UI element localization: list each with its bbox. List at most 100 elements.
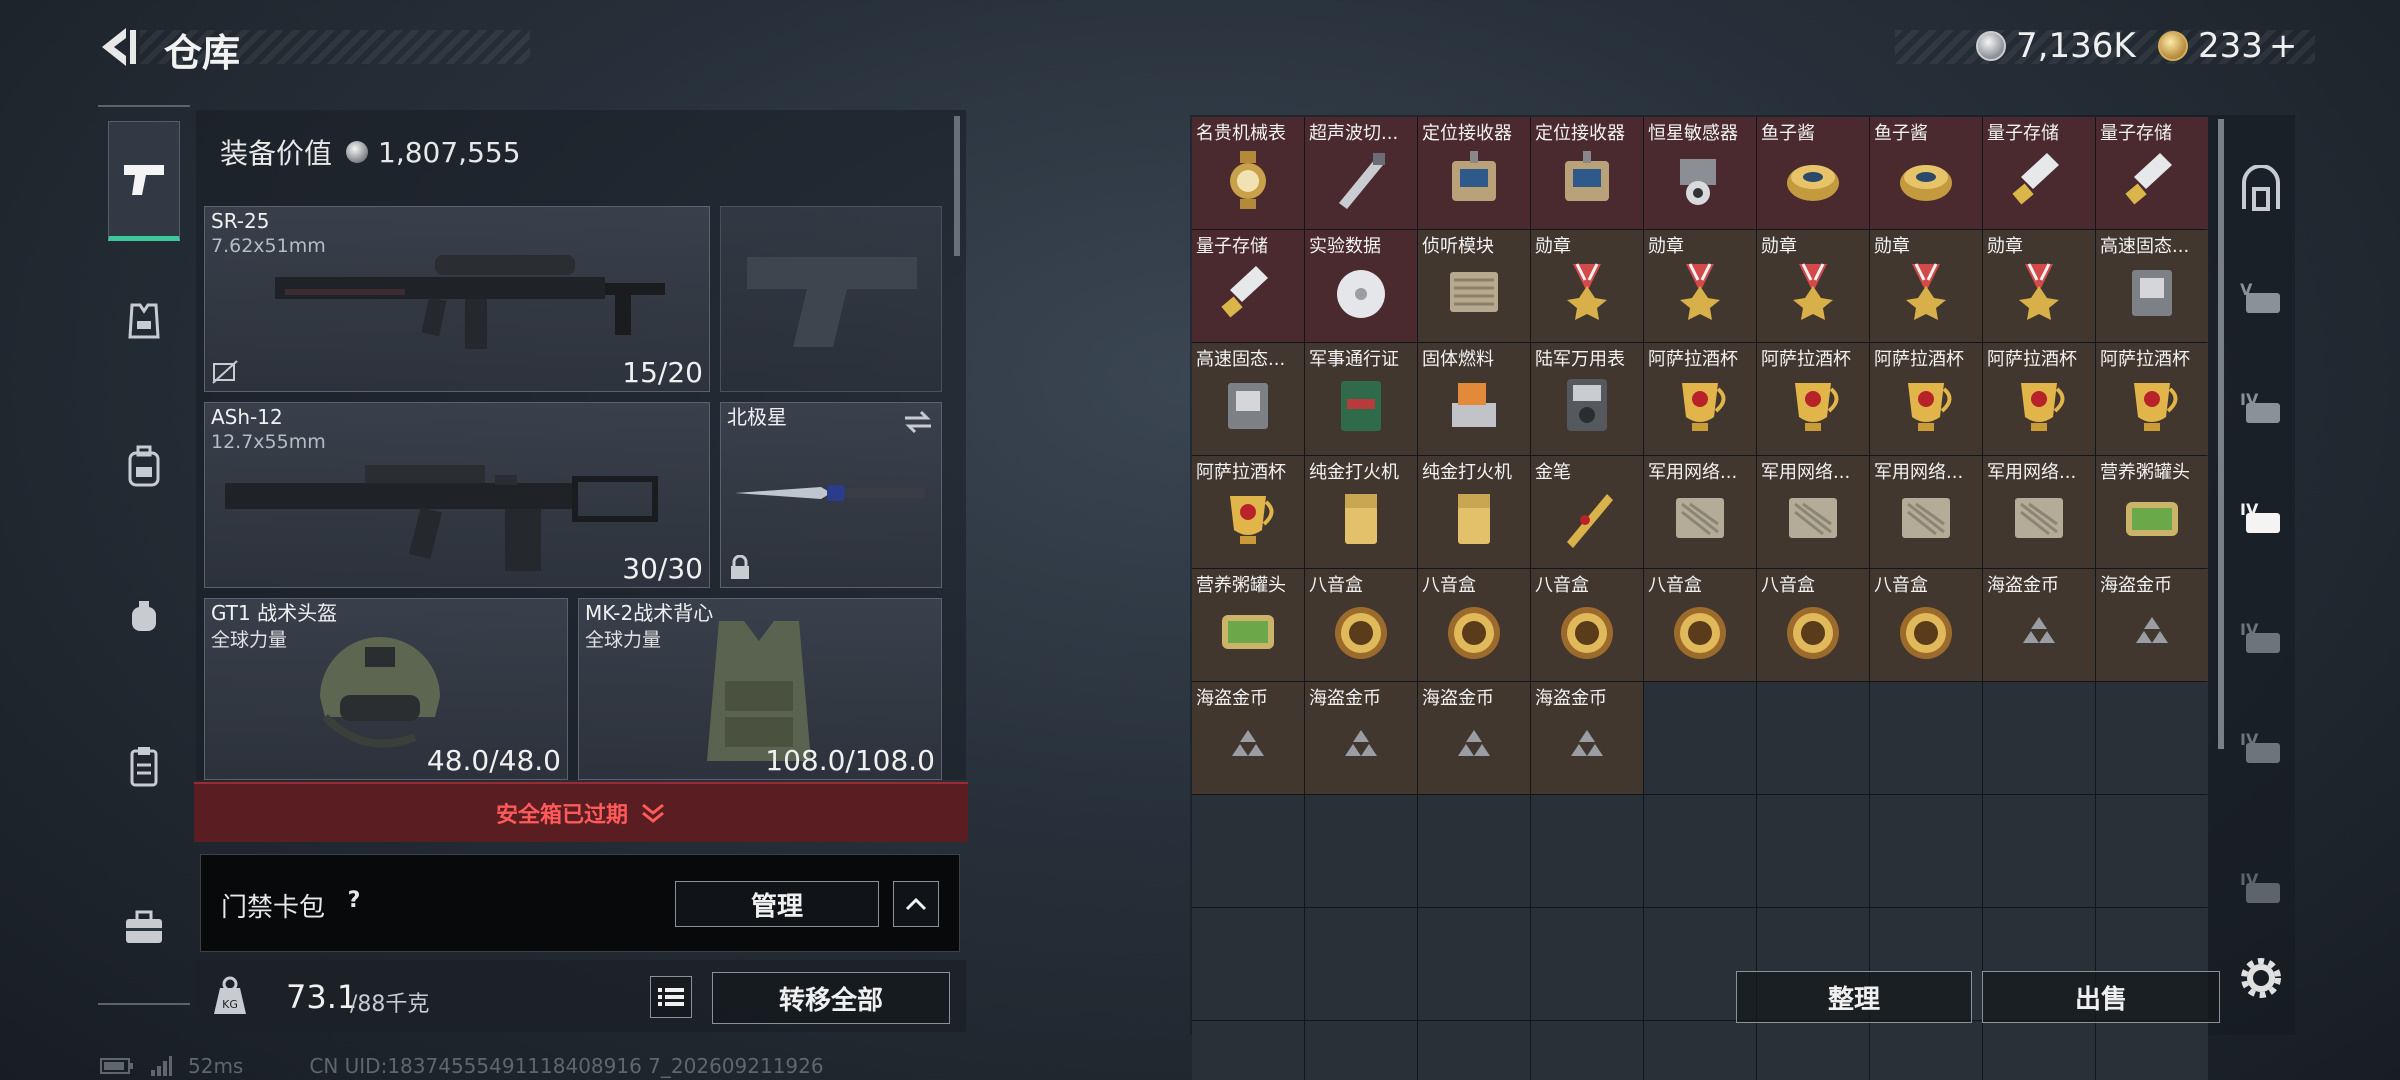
- helmet-slot[interactable]: GT1 战术头盔 全球力量 48.0/48.0: [204, 598, 568, 780]
- help-icon[interactable]: ?: [339, 885, 369, 915]
- storage-tab-iv-active-icon[interactable]: IV: [2238, 495, 2284, 541]
- storage-item[interactable]: 阿萨拉酒杯: [1192, 456, 1304, 568]
- storage-item[interactable]: 营养粥罐头: [1192, 569, 1304, 681]
- empty-slot[interactable]: [1644, 1021, 1756, 1080]
- transfer-all-button[interactable]: 转移全部: [712, 972, 950, 1024]
- secondary-weapon-slot[interactable]: ASh-12 12.7x55mm 30/30: [204, 402, 710, 588]
- nav-pouch[interactable]: [108, 557, 180, 677]
- empty-slot[interactable]: [1757, 1021, 1869, 1080]
- list-button[interactable]: [650, 976, 692, 1018]
- storage-item[interactable]: 八音盒: [1305, 569, 1417, 681]
- primary-weapon-slot[interactable]: SR-25 7.62x51mm 15/20: [204, 206, 710, 392]
- storage-item[interactable]: 阿萨拉酒杯: [1983, 343, 2095, 455]
- storage-item[interactable]: 海盗金币: [1192, 682, 1304, 794]
- storage-item[interactable]: 高速固态...: [2096, 230, 2208, 342]
- empty-slot[interactable]: [2096, 682, 2208, 794]
- storage-item[interactable]: 勋章: [1757, 230, 1869, 342]
- storage-item[interactable]: 陆军万用表: [1531, 343, 1643, 455]
- storage-tab-iv-icon[interactable]: IV: [2238, 725, 2284, 771]
- storage-item[interactable]: 八音盒: [1418, 569, 1530, 681]
- storage-item[interactable]: 勋章: [1870, 230, 1982, 342]
- storage-scrollbar[interactable]: [2218, 119, 2224, 749]
- storage-item[interactable]: 量子存储: [1983, 117, 2095, 229]
- storage-item[interactable]: 量子存储: [2096, 117, 2208, 229]
- storage-item[interactable]: 超声波切...: [1305, 117, 1417, 229]
- empty-slot[interactable]: [1305, 795, 1417, 907]
- empty-slot[interactable]: [1531, 908, 1643, 1020]
- storage-item[interactable]: 定位接收器: [1531, 117, 1643, 229]
- storage-item[interactable]: 海盗金币: [1305, 682, 1417, 794]
- empty-slot[interactable]: [1192, 795, 1304, 907]
- sort-button[interactable]: 整理: [1736, 971, 1972, 1023]
- storage-item[interactable]: 量子存储: [1192, 230, 1304, 342]
- empty-slot[interactable]: [1870, 682, 1982, 794]
- empty-slot[interactable]: [1644, 795, 1756, 907]
- storage-item[interactable]: 海盗金币: [1418, 682, 1530, 794]
- storage-item[interactable]: 阿萨拉酒杯: [1644, 343, 1756, 455]
- empty-slot[interactable]: [1305, 1021, 1417, 1080]
- empty-slot[interactable]: [1870, 795, 1982, 907]
- storage-item[interactable]: 军事通行证: [1305, 343, 1417, 455]
- storage-item[interactable]: 勋章: [1644, 230, 1756, 342]
- storage-item[interactable]: 营养粥罐头: [2096, 456, 2208, 568]
- manage-button[interactable]: 管理: [675, 881, 879, 927]
- storage-item[interactable]: 八音盒: [1870, 569, 1982, 681]
- empty-slot[interactable]: [1757, 682, 1869, 794]
- empty-slot[interactable]: [1418, 908, 1530, 1020]
- storage-item[interactable]: 名贵机械表: [1192, 117, 1304, 229]
- empty-slot[interactable]: [2096, 795, 2208, 907]
- storage-tab-iv-icon[interactable]: IV: [2238, 865, 2284, 911]
- nav-clipboard[interactable]: [108, 707, 180, 827]
- empty-slot[interactable]: [1418, 1021, 1530, 1080]
- storage-item[interactable]: 军用网络...: [1870, 456, 1982, 568]
- storage-item[interactable]: 纯金打火机: [1418, 456, 1530, 568]
- empty-slot[interactable]: [1531, 795, 1643, 907]
- storage-item[interactable]: 军用网络...: [1983, 456, 2095, 568]
- storage-item[interactable]: 金笔: [1531, 456, 1643, 568]
- storage-item[interactable]: 鱼子酱: [1870, 117, 1982, 229]
- storage-item[interactable]: 八音盒: [1644, 569, 1756, 681]
- storage-item[interactable]: 勋章: [1531, 230, 1643, 342]
- vest-slot[interactable]: MK-2战术背心 全球力量 108.0/108.0: [578, 598, 942, 780]
- storage-item[interactable]: 固体燃料: [1418, 343, 1530, 455]
- empty-slot[interactable]: [1644, 682, 1756, 794]
- storage-tab-iv-icon[interactable]: IV: [2238, 615, 2284, 661]
- empty-slot[interactable]: [1305, 908, 1417, 1020]
- storage-item[interactable]: 定位接收器: [1418, 117, 1530, 229]
- nav-toolbox[interactable]: [108, 867, 180, 987]
- empty-slot[interactable]: [1870, 1021, 1982, 1080]
- swap-icon[interactable]: [903, 409, 933, 435]
- nav-backpack[interactable]: [108, 407, 180, 527]
- storage-item[interactable]: 侦听模块: [1418, 230, 1530, 342]
- empty-slot[interactable]: [1983, 1021, 2095, 1080]
- storage-item[interactable]: 鱼子酱: [1757, 117, 1869, 229]
- empty-slot[interactable]: [1983, 795, 2095, 907]
- melee-slot[interactable]: 北极星: [720, 402, 942, 588]
- collapse-button[interactable]: [893, 881, 939, 927]
- storage-item[interactable]: 勋章: [1983, 230, 2095, 342]
- storage-item[interactable]: 八音盒: [1531, 569, 1643, 681]
- nav-armor[interactable]: [108, 261, 180, 381]
- storage-item[interactable]: 纯金打火机: [1305, 456, 1417, 568]
- storage-item[interactable]: 八音盒: [1757, 569, 1869, 681]
- pistol-slot[interactable]: [720, 206, 942, 392]
- storage-item[interactable]: 实验数据: [1305, 230, 1417, 342]
- back-button[interactable]: [96, 24, 142, 70]
- storage-tab-v-icon[interactable]: V: [2238, 275, 2284, 321]
- nav-weapons[interactable]: [108, 121, 180, 241]
- storage-item[interactable]: 海盗金币: [1983, 569, 2095, 681]
- empty-slot[interactable]: [1983, 682, 2095, 794]
- add-currency-button[interactable]: +: [2269, 26, 2298, 66]
- empty-slot[interactable]: [1192, 1021, 1304, 1080]
- storage-item[interactable]: 恒星敏感器: [1644, 117, 1756, 229]
- empty-slot[interactable]: [1192, 908, 1304, 1020]
- empty-slot[interactable]: [1418, 795, 1530, 907]
- currency-premium[interactable]: 233 +: [2158, 26, 2297, 66]
- home-icon[interactable]: [2238, 165, 2284, 211]
- loadout-scrollbar[interactable]: [954, 116, 960, 256]
- storage-item[interactable]: 高速固态...: [1192, 343, 1304, 455]
- empty-slot[interactable]: [1757, 795, 1869, 907]
- storage-item[interactable]: 海盗金币: [2096, 569, 2208, 681]
- settings-gear-icon[interactable]: [2238, 955, 2284, 1001]
- storage-item[interactable]: 阿萨拉酒杯: [1870, 343, 1982, 455]
